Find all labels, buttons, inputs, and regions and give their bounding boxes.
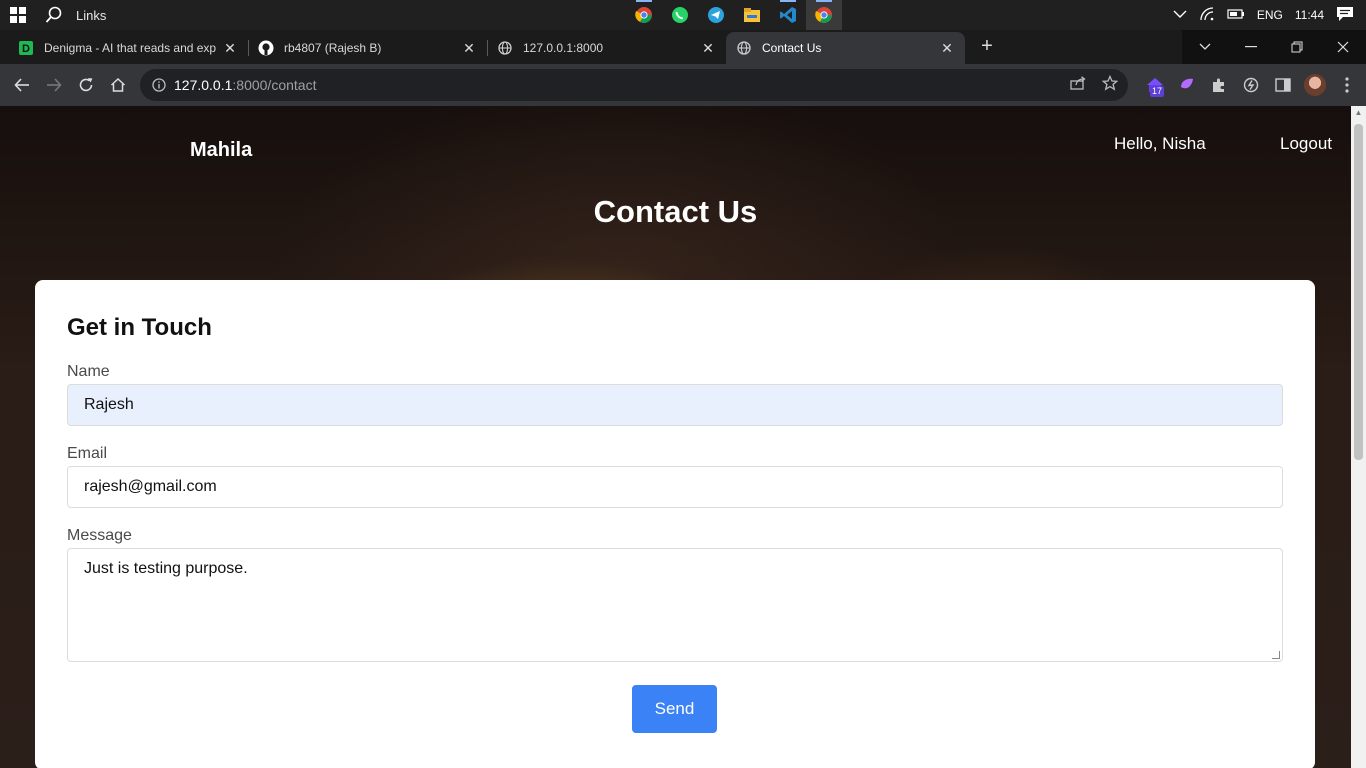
name-value: Rajesh [84,396,134,413]
email-field[interactable]: rajesh@gmail.com [67,466,1283,508]
battery-icon[interactable] [1227,8,1245,23]
links-toolbar-label[interactable]: Links [76,8,106,23]
logout-link[interactable]: Logout [1280,134,1332,154]
globe-icon [736,40,752,56]
whatsapp-app-icon[interactable] [662,0,698,30]
window-controls [1182,30,1366,64]
chrome-app-icon[interactable] [626,0,662,30]
chrome-profile-app-icon[interactable] [806,0,842,30]
side-panel-icon[interactable] [1272,74,1294,96]
extension-badge: 17 [1150,86,1165,97]
share-icon[interactable] [1070,75,1086,95]
extensions-area: 17 [1144,69,1358,101]
performance-icon[interactable] [1240,74,1262,96]
site-info-icon[interactable] [144,78,174,92]
minimize-button[interactable] [1228,30,1274,64]
message-label: Message [67,527,132,544]
taskbar-apps [626,0,842,30]
kebab-menu-icon[interactable] [1336,74,1358,96]
vertical-scrollbar[interactable]: ▲ [1351,106,1366,768]
url-path: :8000/contact [232,77,317,93]
tab-localhost[interactable]: 127.0.0.1:8000 ✕ [487,32,726,64]
extension-home-icon[interactable]: 17 [1144,74,1166,97]
reload-icon[interactable] [70,69,102,101]
email-label: Email [67,445,108,462]
address-bar[interactable]: 127.0.0.1:8000/contact [140,69,1128,101]
page-viewport: Mahila Hello, Nisha Logout Contact Us Ge… [0,106,1366,768]
page-title: Contact Us [593,194,758,229]
message-textarea[interactable]: Just is testing purpose. [67,548,1283,662]
tab-github[interactable]: rb4807 (Rajesh B) ✕ [248,32,487,64]
back-arrow-icon[interactable] [6,69,38,101]
forward-arrow-icon[interactable] [38,69,70,101]
windows-start-icon[interactable] [0,0,36,30]
search-icon[interactable] [36,0,72,30]
form-heading: Get in Touch [67,314,212,341]
name-field[interactable]: Rajesh [67,384,1283,426]
windows-taskbar: Links ENG 11:44 [0,0,1366,30]
close-tab-icon[interactable]: ✕ [461,40,477,57]
language-indicator[interactable]: ENG [1257,8,1283,22]
wifi-icon[interactable] [1199,6,1215,24]
extension-purple-icon[interactable] [1176,74,1198,96]
vscode-app-icon[interactable] [770,0,806,30]
bookmark-star-icon[interactable] [1101,74,1119,96]
github-icon [258,40,274,56]
tab-contact-us[interactable]: Contact Us ✕ [726,32,965,64]
clock[interactable]: 11:44 [1295,8,1324,22]
close-tab-icon[interactable]: ✕ [222,40,238,57]
globe-icon [497,40,513,56]
message-value: Just is testing purpose. [84,560,248,577]
scroll-up-arrow-icon[interactable]: ▲ [1351,106,1366,120]
home-icon[interactable] [102,69,134,101]
profile-avatar[interactable] [1304,74,1326,96]
user-greeting: Hello, Nisha [1114,134,1206,153]
system-tray: ENG 11:44 [1173,0,1366,30]
send-button[interactable]: Send [632,685,717,733]
new-tab-button[interactable]: + [976,36,998,58]
extensions-puzzle-icon[interactable] [1208,74,1230,96]
url-text: 127.0.0.1:8000/contact [174,77,316,93]
browser-tab-strip: D Denigma - AI that reads and exp ✕ rb48… [0,30,1366,64]
close-tab-icon[interactable]: ✕ [700,40,716,57]
email-value: rajesh@gmail.com [84,478,217,495]
tab-denigma[interactable]: D Denigma - AI that reads and exp ✕ [8,32,248,64]
chevron-up-icon[interactable] [1173,8,1187,22]
restore-button[interactable] [1274,30,1320,64]
contact-form-card: Get in Touch Name Rajesh Email rajesh@gm… [35,280,1315,768]
notifications-icon[interactable] [1336,6,1354,25]
close-tab-icon[interactable]: ✕ [939,40,955,57]
file-explorer-app-icon[interactable] [734,0,770,30]
telegram-app-icon[interactable] [698,0,734,30]
site-brand[interactable]: Mahila [190,139,252,162]
url-host: 127.0.0.1 [174,77,233,93]
tab-search-chevron-icon[interactable] [1182,30,1228,64]
browser-toolbar: 127.0.0.1:8000/contact 17 [0,64,1366,106]
resize-handle-icon[interactable] [1272,651,1280,659]
close-window-button[interactable] [1320,30,1366,64]
scrollbar-thumb[interactable] [1354,124,1363,460]
name-label: Name [67,363,110,380]
svg-text:D: D [22,43,30,55]
denigma-icon: D [18,40,34,56]
